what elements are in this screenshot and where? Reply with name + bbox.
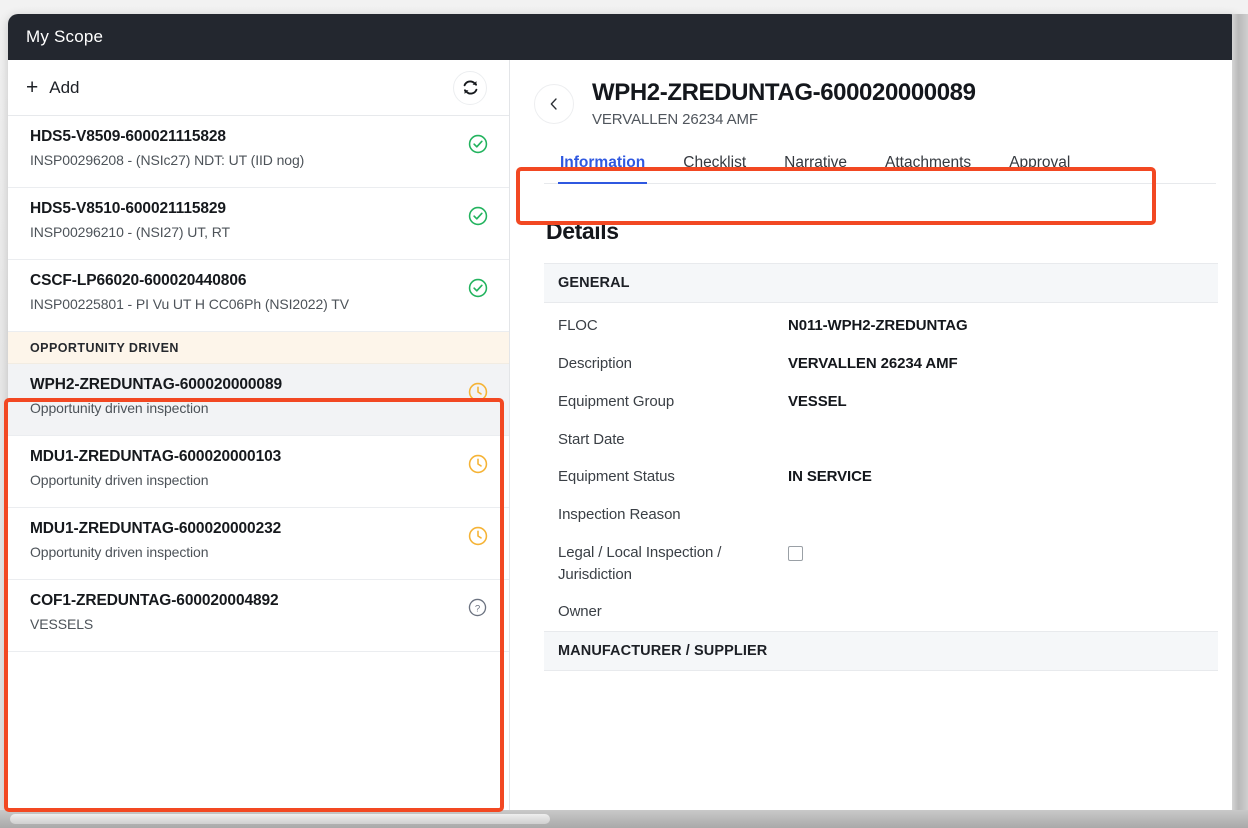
details-heading: Details xyxy=(546,218,619,245)
status-clock-icon xyxy=(467,381,489,403)
list-item[interactable]: HDS5-V8510-600021115829 INSP00296210 - (… xyxy=(8,188,509,260)
back-button[interactable] xyxy=(534,84,574,125)
detail-header: WPH2-ZREDUNTAG-600020000089 VERVALLEN 26… xyxy=(510,60,1240,185)
status-clock-icon xyxy=(467,525,489,547)
field-label: Owner xyxy=(558,603,602,621)
sidebar-toolbar: + Add xyxy=(8,60,509,116)
field-value: N011-WPH2-ZREDUNTAG xyxy=(788,317,968,335)
page-subtitle: VERVALLEN 26234 AMF xyxy=(592,111,758,129)
status-check-icon xyxy=(467,205,489,227)
field-value: VERVALLEN 26234 AMF xyxy=(788,355,958,373)
chevron-left-icon xyxy=(550,98,557,110)
list-item[interactable]: MDU1-ZREDUNTAG-600020000232 Opportunity … xyxy=(8,508,509,580)
window-body: + Add HDS5-V8509-600021115828 INSP002962… xyxy=(8,60,1240,810)
list-item[interactable]: HDS5-V8509-600021115828 INSP00296208 - (… xyxy=(8,116,509,188)
list-item[interactable]: MDU1-ZREDUNTAG-600020000103 Opportunity … xyxy=(8,436,509,508)
field-label: Equipment Status xyxy=(558,468,675,486)
list-item[interactable]: CSCF-LP66020-600020440806 INSP00225801 -… xyxy=(8,260,509,332)
list-item-title: HDS5-V8509-600021115828 xyxy=(30,128,226,145)
list-item-subtitle: Opportunity driven inspection xyxy=(30,472,209,488)
field-value: VESSEL xyxy=(788,392,847,410)
list-item-title: WPH2-ZREDUNTAG-600020000089 xyxy=(30,376,282,393)
general-fields: FLOC N011-WPH2-ZREDUNTAG Description VER… xyxy=(544,303,1218,631)
add-button-label: Add xyxy=(49,77,80,97)
field-label: Legal / Local Inspection / Jurisdiction xyxy=(558,543,722,583)
refresh-icon xyxy=(463,80,477,95)
field-label: Equipment Group xyxy=(558,392,675,410)
field-label: Start Date xyxy=(558,430,625,448)
window-title: My Scope xyxy=(26,27,104,46)
list-item-title: MDU1-ZREDUNTAG-600020000232 xyxy=(30,520,282,537)
field-description: Description VERVALLEN 26234 AMF xyxy=(558,345,1218,383)
list-item-title: HDS5-V8510-600021115829 xyxy=(30,200,226,217)
window-titlebar: My Scope xyxy=(8,14,1240,60)
list-item-title: COF1-ZREDUNTAG-600020004892 xyxy=(30,592,279,609)
scope-list: HDS5-V8509-600021115828 INSP00296208 - (… xyxy=(8,116,509,652)
plus-icon: + xyxy=(26,76,39,99)
svg-text:?: ? xyxy=(475,603,480,614)
field-equipment-group: Equipment Group VESSEL xyxy=(558,383,1218,421)
field-label: Description xyxy=(558,355,632,373)
list-item-subtitle: INSP00296208 - (NSIc27) NDT: UT (IID nog… xyxy=(30,152,305,168)
tab-information[interactable]: Information xyxy=(558,148,648,185)
legal-inspection-checkbox[interactable] xyxy=(788,545,803,561)
horizontal-scrollbar[interactable] xyxy=(0,810,1248,828)
detail-pane: WPH2-ZREDUNTAG-600020000089 VERVALLEN 26… xyxy=(510,60,1240,810)
list-item-subtitle: INSP00296210 - (NSI27) UT, RT xyxy=(30,224,230,240)
section-header-manufacturer-supplier: MANUFACTURER / SUPPLIER xyxy=(544,631,1218,672)
list-item[interactable]: COF1-ZREDUNTAG-600020004892 VESSELS ? xyxy=(8,580,509,652)
list-item-subtitle: Opportunity driven inspection xyxy=(30,544,209,560)
field-start-date: Start Date xyxy=(558,421,1218,459)
information-panel: Details GENERAL FLOC N011-WPH2-ZREDUNTAG… xyxy=(510,184,1240,672)
list-item-subtitle: VESSELS xyxy=(30,616,94,632)
app-window: My Scope + Add HDS5-V8509-600021115828 I… xyxy=(8,14,1240,810)
group-header-opportunity-driven: OPPORTUNITY DRIVEN xyxy=(8,332,509,364)
field-equipment-status: Equipment Status IN SERVICE xyxy=(558,458,1218,496)
vertical-scrollbar[interactable] xyxy=(1232,14,1248,810)
field-value: IN SERVICE xyxy=(788,468,872,486)
status-question-icon: ? xyxy=(467,597,489,619)
scope-sidebar: + Add HDS5-V8509-600021115828 INSP002962… xyxy=(8,60,510,810)
list-item-title: CSCF-LP66020-600020440806 xyxy=(30,272,247,289)
add-button[interactable]: + Add xyxy=(26,77,80,98)
tab-checklist[interactable]: Checklist xyxy=(681,148,748,183)
status-check-icon xyxy=(467,133,489,155)
horizontal-scrollbar-thumb[interactable] xyxy=(10,814,550,824)
list-item-subtitle: Opportunity driven inspection xyxy=(30,400,209,416)
field-inspection-reason: Inspection Reason xyxy=(558,496,1218,534)
tab-approval[interactable]: Approval xyxy=(1007,148,1072,183)
field-floc: FLOC N011-WPH2-ZREDUNTAG xyxy=(558,307,1218,345)
tab-narrative[interactable]: Narrative xyxy=(782,148,849,183)
field-owner: Owner xyxy=(558,593,1218,631)
list-item-subtitle: INSP00225801 - PI Vu UT H CC06Ph (NSI202… xyxy=(30,296,349,312)
field-label: FLOC xyxy=(558,317,598,335)
page-title: WPH2-ZREDUNTAG-600020000089 xyxy=(592,79,976,106)
section-header-general: GENERAL xyxy=(544,263,1218,304)
list-item[interactable]: WPH2-ZREDUNTAG-600020000089 Opportunity … xyxy=(8,364,509,436)
field-legal-local-inspection: Legal / Local Inspection / Jurisdiction xyxy=(558,534,1218,594)
screen: My Scope + Add HDS5-V8509-600021115828 I… xyxy=(0,0,1248,828)
status-clock-icon xyxy=(467,453,489,475)
list-item-title: MDU1-ZREDUNTAG-600020000103 xyxy=(30,448,282,465)
tab-attachments[interactable]: Attachments xyxy=(883,148,973,183)
field-value xyxy=(788,542,803,568)
refresh-button[interactable] xyxy=(453,70,487,105)
tab-bar: Information Checklist Narrative Attachme… xyxy=(544,148,1216,185)
field-label: Inspection Reason xyxy=(558,506,681,524)
status-check-icon xyxy=(467,277,489,299)
